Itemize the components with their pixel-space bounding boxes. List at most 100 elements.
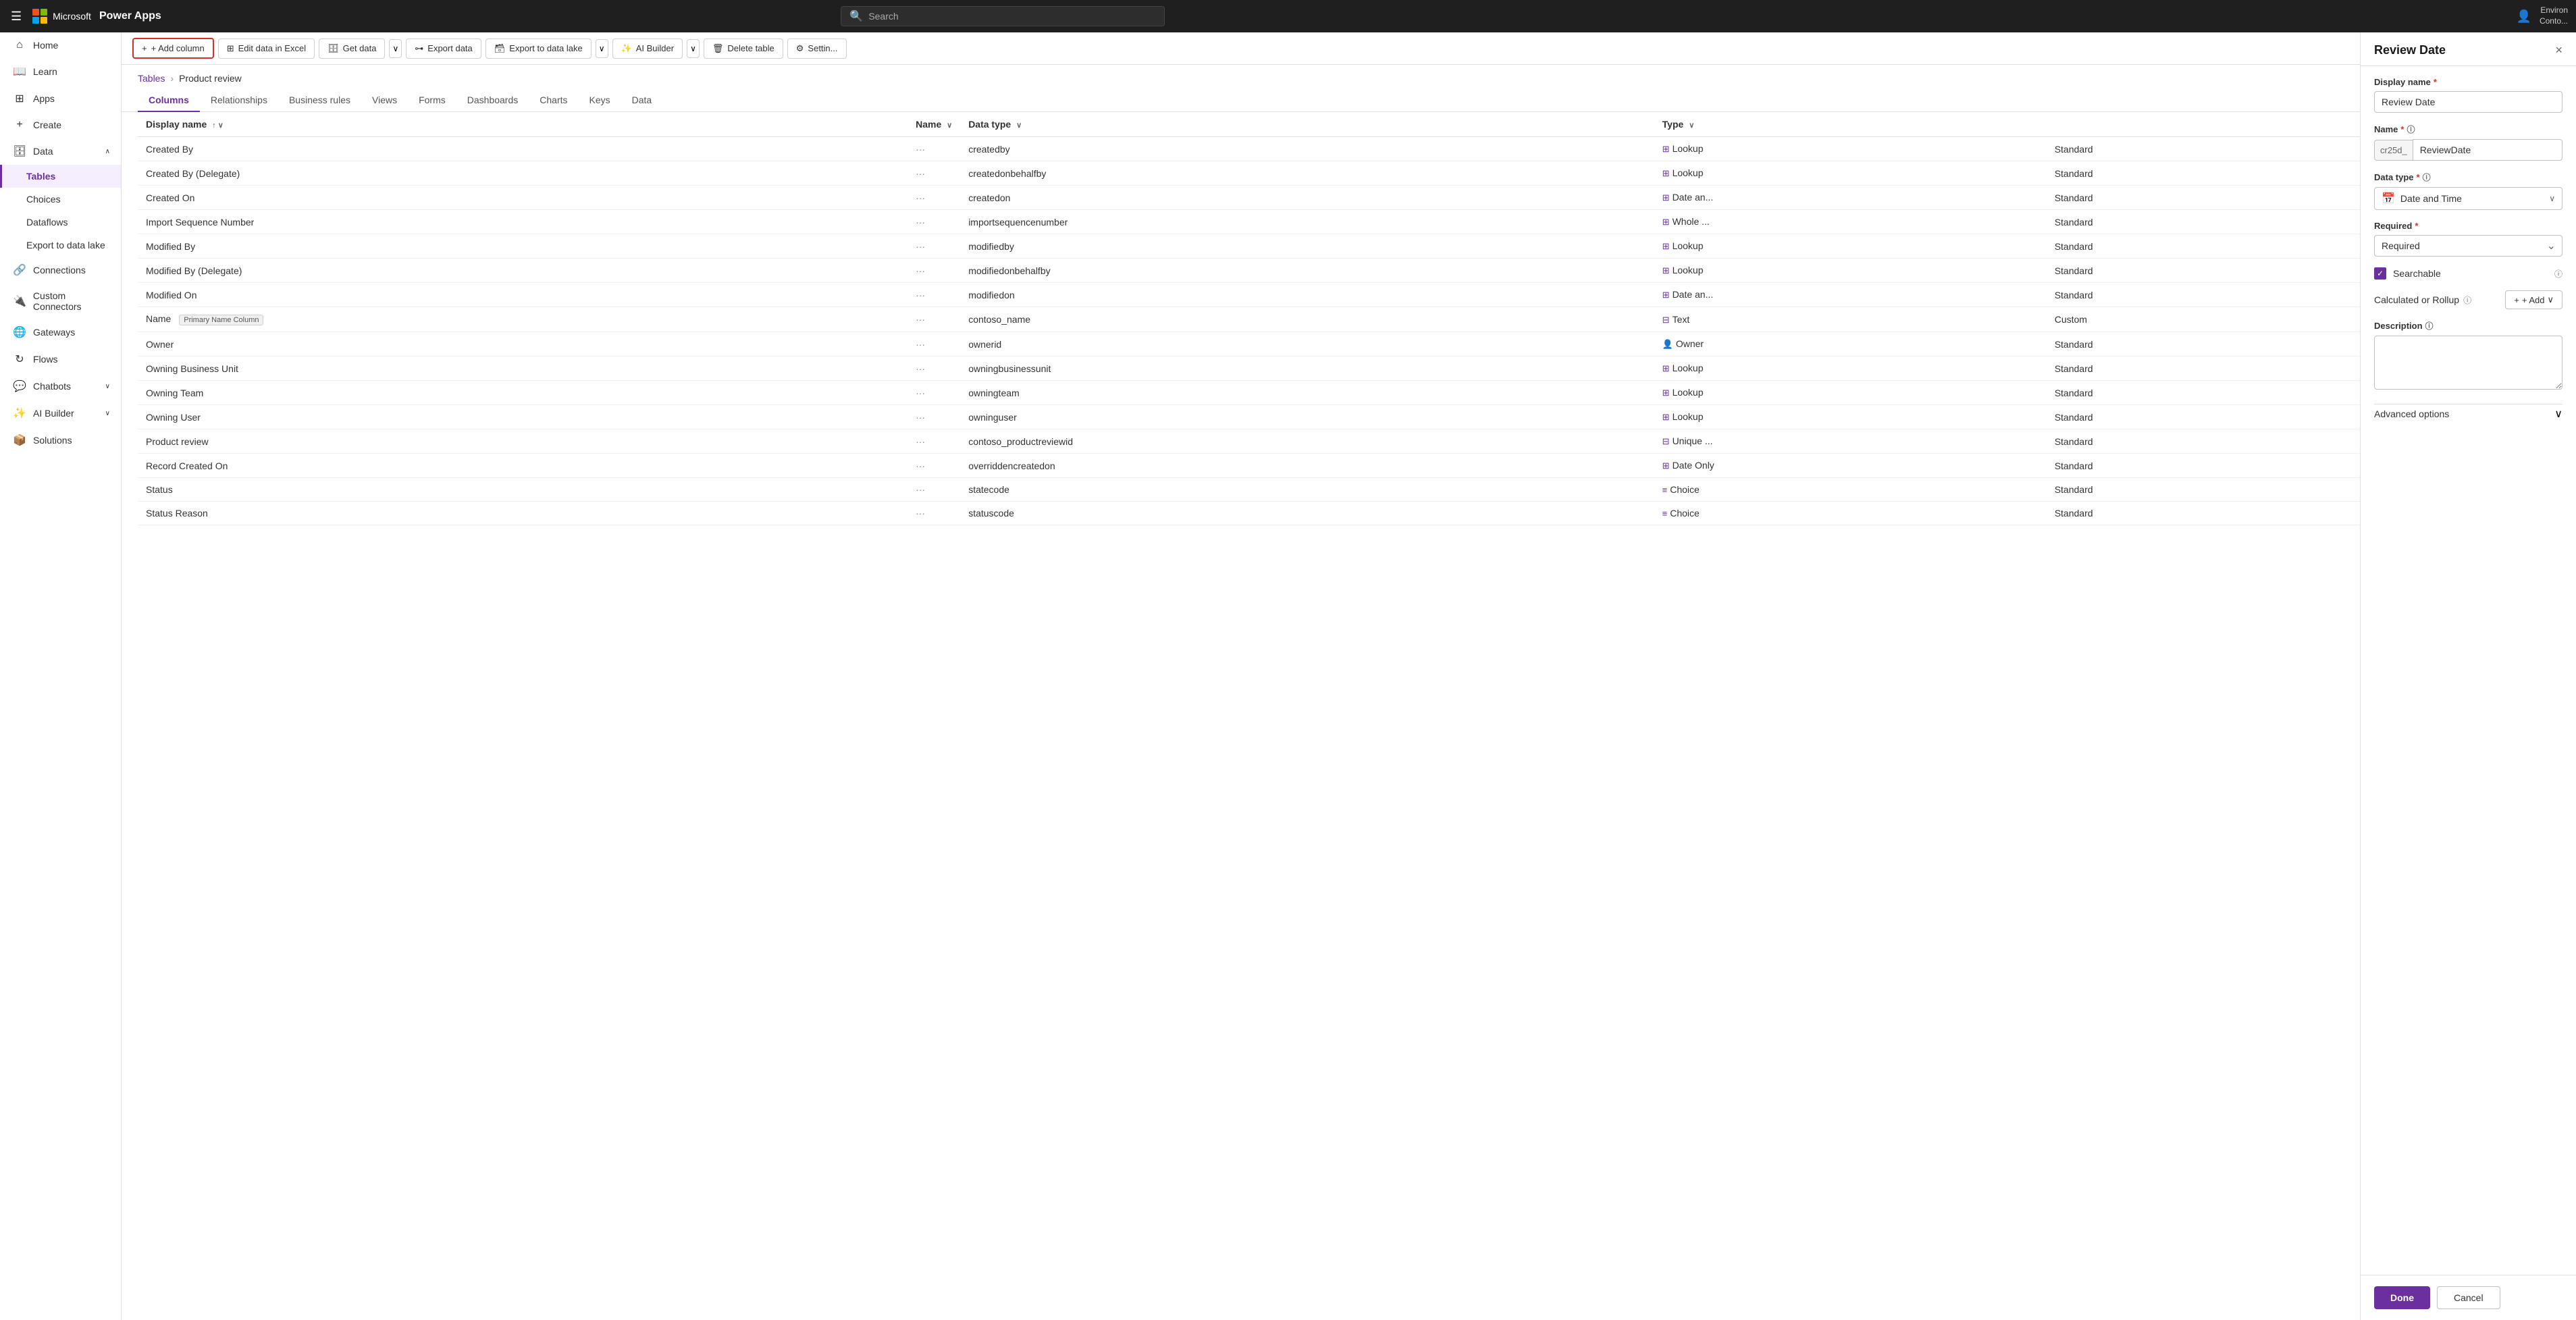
cancel-button[interactable]: Cancel [2437, 1286, 2500, 1309]
tab-relationships[interactable]: Relationships [200, 89, 278, 112]
add-icon: + [142, 43, 147, 53]
ai-builder-button[interactable]: ✨ AI Builder [612, 38, 683, 59]
create-icon: + [13, 119, 26, 131]
sidebar-item-custom-connectors[interactable]: 🔌 Custom Connectors [0, 284, 121, 319]
data-type-chevron-icon[interactable]: ∨ [2549, 194, 2555, 203]
table-row: Status ··· statecode ≡Choice Standard [138, 478, 2360, 502]
row-menu-cell[interactable]: ··· [908, 405, 960, 429]
export-lake-icon: 🗃 [494, 43, 506, 54]
cell-type: Standard [2047, 332, 2360, 357]
hamburger-icon[interactable]: ☰ [8, 7, 24, 26]
row-menu-cell[interactable]: ··· [908, 234, 960, 259]
row-menu-cell[interactable]: ··· [908, 502, 960, 525]
searchable-label: Searchable [2393, 268, 2548, 279]
description-textarea[interactable] [2374, 336, 2562, 390]
col-header-data-type[interactable]: Data type ∨ [960, 112, 1654, 137]
get-data-chevron[interactable]: ∨ [389, 39, 402, 58]
row-menu-cell[interactable]: ··· [908, 357, 960, 381]
calc-info-icon[interactable]: ⓘ [2463, 294, 2471, 306]
calc-add-button[interactable]: + + Add ∨ [2505, 290, 2562, 309]
display-name-input[interactable] [2374, 91, 2562, 113]
data-type-select[interactable]: 📅 Date and Time ∨ [2374, 187, 2562, 210]
export-lake-chevron[interactable]: ∨ [596, 39, 608, 58]
sidebar-subitem-choices[interactable]: Choices [0, 188, 121, 211]
app-logo: Microsoft Power Apps [32, 9, 161, 24]
sidebar: ⌂ Home 📖 Learn ⊞ Apps + Create 🗄 Data ∧ … [0, 32, 122, 1320]
row-menu-cell[interactable]: ··· [908, 429, 960, 454]
sidebar-item-solutions[interactable]: 📦 Solutions [0, 427, 121, 454]
sidebar-item-connections[interactable]: 🔗 Connections [0, 257, 121, 284]
done-button[interactable]: Done [2374, 1286, 2430, 1309]
row-menu-cell[interactable]: ··· [908, 137, 960, 161]
help-icon[interactable]: 👤 [2517, 9, 2531, 24]
sidebar-subitem-dataflows[interactable]: Dataflows [0, 211, 121, 234]
required-asterisk: * [2434, 77, 2437, 87]
sidebar-item-ai-builder[interactable]: ✨ AI Builder ∨ [0, 400, 121, 427]
tab-business-rules[interactable]: Business rules [278, 89, 361, 112]
row-menu-cell[interactable]: ··· [908, 186, 960, 210]
row-menu-cell[interactable]: ··· [908, 478, 960, 502]
data-subitems: Tables Choices Dataflows Export to data … [0, 165, 121, 257]
data-type-info-icon[interactable]: ⓘ [2423, 171, 2431, 183]
breadcrumb-tables-link[interactable]: Tables [138, 73, 165, 84]
row-menu-cell[interactable]: ··· [908, 161, 960, 186]
tab-keys[interactable]: Keys [579, 89, 621, 112]
search-icon: 🔍 [849, 9, 863, 23]
sidebar-item-learn[interactable]: 📖 Learn [0, 58, 121, 85]
search-bar[interactable]: 🔍 [841, 6, 1165, 26]
advanced-options-row[interactable]: Advanced options ∨ [2374, 404, 2562, 423]
sidebar-item-label: Solutions [33, 435, 72, 446]
col-header-name[interactable]: Name ∨ [908, 112, 960, 137]
row-menu-cell[interactable]: ··· [908, 283, 960, 307]
required-select[interactable]: Required Optional Business Required [2374, 235, 2562, 257]
row-menu-cell[interactable]: ··· [908, 381, 960, 405]
col-header-display-name[interactable]: Display name ↑ ∨ [138, 112, 908, 137]
sidebar-item-apps[interactable]: ⊞ Apps [0, 85, 121, 112]
sidebar-subitem-export[interactable]: Export to data lake [0, 234, 121, 257]
cell-type: Standard [2047, 429, 2360, 454]
search-input[interactable] [868, 11, 1156, 22]
row-menu-cell[interactable]: ··· [908, 210, 960, 234]
sidebar-item-gateways[interactable]: 🌐 Gateways [0, 319, 121, 346]
cell-display-name: Owner [138, 332, 908, 357]
searchable-checkbox[interactable]: ✓ [2374, 267, 2386, 280]
row-menu-cell[interactable]: ··· [908, 332, 960, 357]
export-lake-button[interactable]: 🗃 Export to data lake [485, 38, 592, 59]
breadcrumb: Tables › Product review [122, 65, 2360, 84]
name-suffix-input[interactable] [2413, 139, 2562, 161]
sidebar-subitem-tables[interactable]: Tables [0, 165, 121, 188]
description-info-icon[interactable]: ⓘ [2425, 320, 2434, 332]
row-menu-cell[interactable]: ··· [908, 307, 960, 332]
ai-chevron[interactable]: ∨ [687, 39, 700, 58]
sidebar-item-chatbots[interactable]: 💬 Chatbots ∨ [0, 373, 121, 400]
settings-button[interactable]: ⚙ Settin... [787, 38, 847, 59]
required-asterisk: * [2417, 172, 2420, 182]
tab-columns[interactable]: Columns [138, 89, 200, 112]
tab-dashboards[interactable]: Dashboards [456, 89, 529, 112]
delete-table-button[interactable]: 🗑 Delete table [704, 38, 783, 59]
searchable-info-icon[interactable]: ⓘ [2554, 268, 2562, 280]
tab-charts[interactable]: Charts [529, 89, 578, 112]
export-data-button[interactable]: ⊶ Export data [406, 38, 481, 59]
edit-excel-button[interactable]: ⊞ Edit data in Excel [218, 38, 315, 59]
col-header-type[interactable]: Type ∨ [1654, 112, 2047, 137]
row-menu-cell[interactable]: ··· [908, 259, 960, 283]
tab-views[interactable]: Views [361, 89, 408, 112]
sidebar-item-label: Home [33, 40, 58, 51]
table-row: Owning Team ··· owningteam ⊞Lookup Stand… [138, 381, 2360, 405]
sidebar-item-home[interactable]: ⌂ Home [0, 32, 121, 58]
sidebar-item-flows[interactable]: ↻ Flows [0, 346, 121, 373]
sidebar-item-data[interactable]: 🗄 Data ∧ [0, 138, 121, 165]
tab-forms[interactable]: Forms [408, 89, 456, 112]
cell-display-name: Modified By (Delegate) [138, 259, 908, 283]
cell-name: owninguser [960, 405, 1654, 429]
row-menu-cell[interactable]: ··· [908, 454, 960, 478]
get-data-button[interactable]: 🗄 Get data [319, 38, 385, 59]
sidebar-item-label: AI Builder [33, 408, 74, 419]
add-column-button[interactable]: + + Add column [132, 38, 214, 59]
sidebar-item-create[interactable]: + Create [0, 112, 121, 138]
name-info-icon[interactable]: ⓘ [2407, 124, 2415, 135]
table-row: Created On ··· createdon ⊞Date an... Sta… [138, 186, 2360, 210]
close-button[interactable]: × [2555, 43, 2562, 57]
tab-data[interactable]: Data [621, 89, 663, 112]
